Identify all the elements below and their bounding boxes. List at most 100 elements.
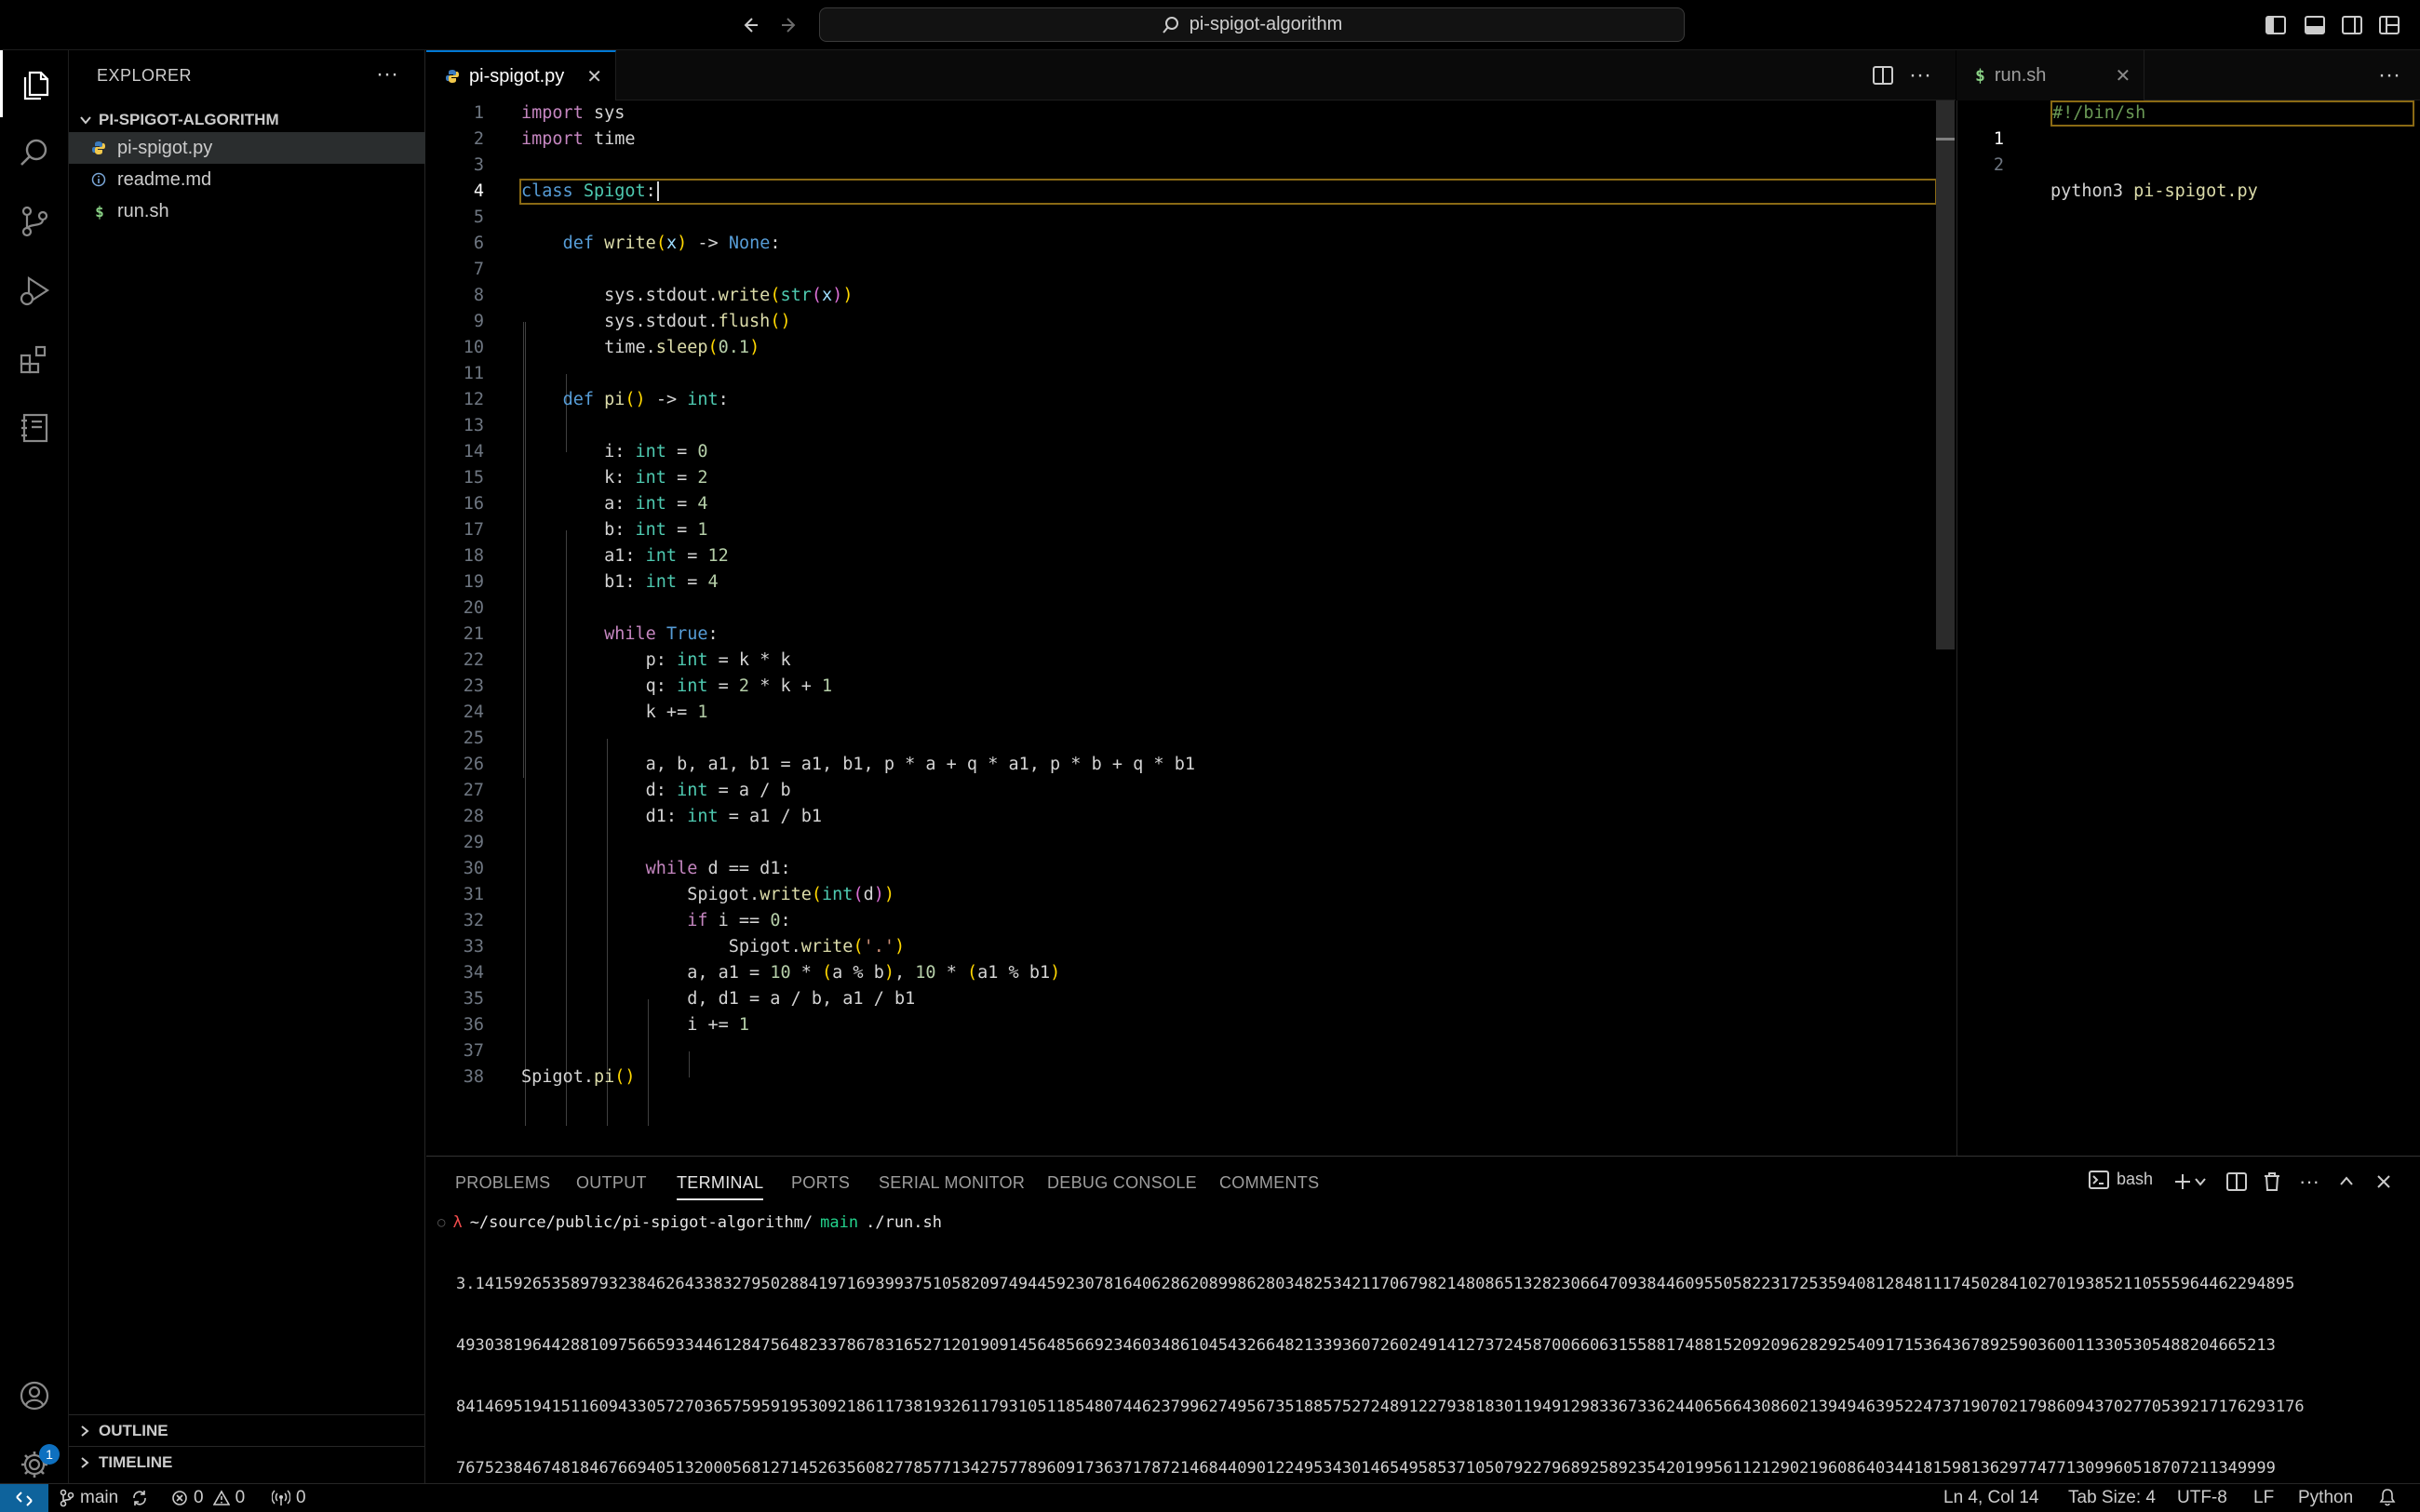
indentation-setting[interactable]: Tab Size: 4 (2068, 1488, 2156, 1508)
search-icon[interactable] (0, 119, 69, 186)
terminal-shell-label: bash (2117, 1170, 2154, 1188)
line-number: 32 (463, 911, 484, 930)
split-terminal-icon[interactable] (2223, 1168, 2251, 1196)
search-icon (1162, 16, 1180, 34)
broadcast-icon (272, 1490, 290, 1506)
problems-status[interactable]: 0 0 (171, 1488, 245, 1508)
kill-terminal-trash-icon[interactable] (2258, 1168, 2286, 1196)
outline-section-header[interactable]: OUTLINE (69, 1414, 425, 1446)
workspace-folder-label: PI-SPIGOT-ALGORITHM (99, 111, 279, 128)
status-bar: main 0 0 0 Ln 4, Col 14 Tab Size: 4 UTF-… (0, 1483, 2420, 1512)
line-number: 20 (463, 598, 484, 618)
run-and-debug-icon[interactable] (0, 257, 69, 324)
line-number: 5 (473, 207, 484, 227)
source-control-icon[interactable] (0, 188, 69, 255)
more-actions-icon[interactable]: ··· (2295, 1168, 2323, 1196)
file-item-run-sh[interactable]: $ run.sh (69, 195, 425, 227)
tab-pi-spigot-py[interactable]: pi-spigot.py ✕ (426, 50, 617, 100)
tab-debug-console[interactable]: DEBUG CONSOLE (1047, 1173, 1197, 1193)
line-number: 10 (463, 338, 484, 357)
line-number: 4 (473, 181, 484, 201)
info-file-icon (91, 172, 108, 187)
line-number: 11 (463, 364, 484, 383)
go-forward-arrow-icon[interactable] (774, 10, 804, 40)
file-encoding[interactable]: UTF-8 (2177, 1488, 2227, 1508)
cursor-position[interactable]: Ln 4, Col 14 (1943, 1488, 2038, 1508)
line-number: 29 (463, 833, 484, 852)
more-actions-icon[interactable]: ··· (376, 61, 398, 87)
remote-indicator-icon[interactable] (0, 1484, 48, 1512)
command-status-circle-icon: ○ (437, 1215, 446, 1230)
line-number: 34 (463, 963, 484, 983)
tab-comments[interactable]: COMMENTS (1219, 1173, 1319, 1193)
toggle-panel-icon[interactable] (2301, 11, 2329, 39)
tab-output[interactable]: OUTPUT (576, 1173, 647, 1193)
toggle-secondary-sidebar-icon[interactable] (2338, 11, 2366, 39)
tab-serial-monitor[interactable]: SERIAL MONITOR (879, 1173, 1025, 1193)
split-editor-icon[interactable] (1869, 61, 1897, 89)
line-number: 21 (463, 624, 484, 644)
line-number: 15 (463, 468, 484, 488)
warning-icon (212, 1490, 230, 1506)
line-number: 26 (463, 755, 484, 774)
line-number: 2 (1993, 155, 2004, 175)
line-number: 22 (463, 650, 484, 670)
line-number: 33 (463, 937, 484, 957)
editor-scrollbar[interactable] (1936, 100, 1955, 649)
file-name: pi-spigot.py (117, 137, 213, 158)
line-number: 31 (463, 885, 484, 904)
timeline-section-header[interactable]: TIMELINE (69, 1446, 425, 1478)
line-number: 3 (473, 155, 484, 175)
notebook-icon[interactable] (0, 395, 69, 462)
terminal-output-area[interactable]: ○ λ ~/source/public/pi-spigot-algorithm/… (437, 1212, 2411, 1512)
tab-run-sh[interactable]: $ run.sh ✕ (1956, 50, 2145, 100)
close-tab-icon[interactable]: ✕ (2115, 64, 2131, 87)
line-number: 19 (463, 572, 484, 592)
tab-ports[interactable]: PORTS (791, 1173, 850, 1193)
line-number: 17 (463, 520, 484, 540)
more-actions-icon[interactable]: ··· (1906, 61, 1934, 89)
tab-terminal[interactable]: TERMINAL (677, 1173, 764, 1200)
scrollbar-cursor-marker (1936, 138, 1955, 140)
settings-update-badge: 1 (39, 1444, 60, 1465)
explorer-files-icon[interactable] (0, 50, 69, 117)
tab-problems[interactable]: PROBLEMS (455, 1173, 550, 1193)
more-actions-icon[interactable]: ··· (2375, 61, 2403, 89)
close-tab-icon[interactable]: ✕ (586, 65, 602, 88)
language-mode[interactable]: Python (2298, 1488, 2353, 1508)
line-number: 25 (463, 729, 484, 748)
chevron-down-icon (78, 113, 93, 127)
shell-file-icon: $ (95, 202, 104, 221)
git-branch-status[interactable]: main (60, 1488, 148, 1508)
line-number: 37 (463, 1041, 484, 1061)
python-file-icon (91, 140, 108, 155)
file-item-readme-md[interactable]: readme.md (69, 164, 425, 195)
notifications-bell-icon[interactable] (2379, 1488, 2396, 1506)
line-number: 1 (473, 103, 484, 123)
customize-layout-icon[interactable] (2375, 11, 2403, 39)
accounts-icon[interactable] (0, 1362, 69, 1429)
toggle-primary-sidebar-icon[interactable] (2262, 11, 2290, 39)
code-editor-run-sh[interactable]: 1 #!/bin/sh 2 python3 pi-spigot.py (1956, 100, 2420, 1156)
tab-label: run.sh (1994, 64, 2047, 86)
file-item-pi-spigot-py[interactable]: pi-spigot.py (69, 132, 425, 164)
extensions-icon[interactable] (0, 326, 69, 393)
workspace-folder[interactable]: PI-SPIGOT-ALGORITHM (69, 104, 425, 136)
chevron-down-icon[interactable] (2191, 1168, 2210, 1196)
line-number: 9 (473, 312, 484, 331)
command-center-search[interactable]: pi-spigot-algorithm (819, 7, 1685, 42)
output-line: 3.14159265358979323846264338327950288419… (456, 1275, 2295, 1293)
close-panel-icon[interactable] (2370, 1168, 2398, 1196)
line-number: 30 (463, 859, 484, 878)
maximize-panel-chevron-up-icon[interactable] (2333, 1168, 2360, 1196)
line-number: 35 (463, 989, 484, 1009)
end-of-line[interactable]: LF (2253, 1488, 2274, 1508)
forwarded-ports-status[interactable]: 0 (272, 1488, 306, 1508)
line-number: 8 (473, 286, 484, 305)
activity-bar (0, 50, 69, 1483)
terminal-instance-bash[interactable]: bash (2089, 1170, 2153, 1189)
prompt-command: ./run.sh (866, 1213, 942, 1232)
code-editor-pi-spigot[interactable]: 1 import sys 2 import time 3 4 class Spigot… (426, 100, 1956, 1156)
chevron-right-icon (78, 1425, 91, 1438)
go-back-arrow-icon[interactable] (735, 10, 765, 40)
